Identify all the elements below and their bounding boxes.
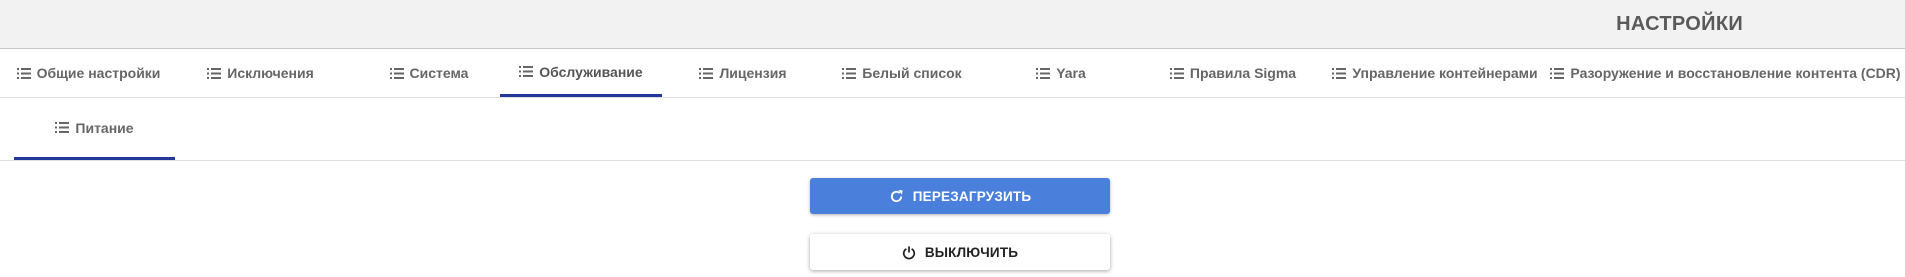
restart-label: ПЕРЕЗАГРУЗИТЬ [912,188,1032,204]
tab-label: Лицензия [719,65,787,81]
tab-license[interactable]: Лицензия [662,49,824,97]
shutdown-label: ВЫКЛЮЧИТЬ [924,244,1019,260]
tab-label: Yara [1056,65,1086,81]
tab-whitelist[interactable]: Белый список [824,49,980,97]
restart-button[interactable]: ПЕРЕЗАГРУЗИТЬ [810,178,1110,214]
power-icon [902,245,915,259]
tab-system[interactable]: Система [358,49,500,97]
tab-label: Общие настройки [36,65,161,81]
sub-tabs: Питание [0,98,1905,161]
list-icon [55,122,70,133]
tab-sigma-rules[interactable]: Правила Sigma [1142,49,1324,97]
list-icon [1550,67,1565,79]
header-bar: НАСТРОЙКИ [0,0,1905,49]
tab-label: Управление контейнерами [1352,65,1538,81]
tab-yara[interactable]: Yara [980,49,1142,97]
list-icon [1332,67,1347,79]
shutdown-button[interactable]: ВЫКЛЮЧИТЬ [810,234,1110,270]
tab-label: Белый список [862,65,962,81]
list-icon [699,67,714,79]
list-icon [389,67,404,79]
tab-maintenance[interactable]: Обслуживание [500,49,662,97]
tab-cdr[interactable]: Разоружение и восстановление контента (C… [1546,49,1905,97]
tab-exclusions[interactable]: Исключения [163,49,358,97]
list-icon [1169,67,1184,79]
refresh-icon [890,189,903,202]
tab-label: Система [409,65,469,81]
page-title: НАСТРОЙКИ [1616,13,1743,35]
list-icon [842,67,857,79]
list-icon [16,67,31,79]
list-icon [1036,67,1051,79]
list-icon [519,66,534,77]
tab-label: Исключения [227,65,314,81]
tab-container-management[interactable]: Управление контейнерами [1324,49,1546,97]
tab-label: Разоружение и восстановление контента (C… [1570,65,1901,81]
list-icon [207,67,222,79]
subtab-label: Питание [75,119,134,136]
tab-label: Обслуживание [539,63,643,80]
subtab-power[interactable]: Питание [14,98,175,160]
main-tabs: Общие настройки Исключения Система Обслу… [0,49,1905,98]
tab-label: Правила Sigma [1189,65,1297,81]
tab-general-settings[interactable]: Общие настройки [14,49,163,97]
